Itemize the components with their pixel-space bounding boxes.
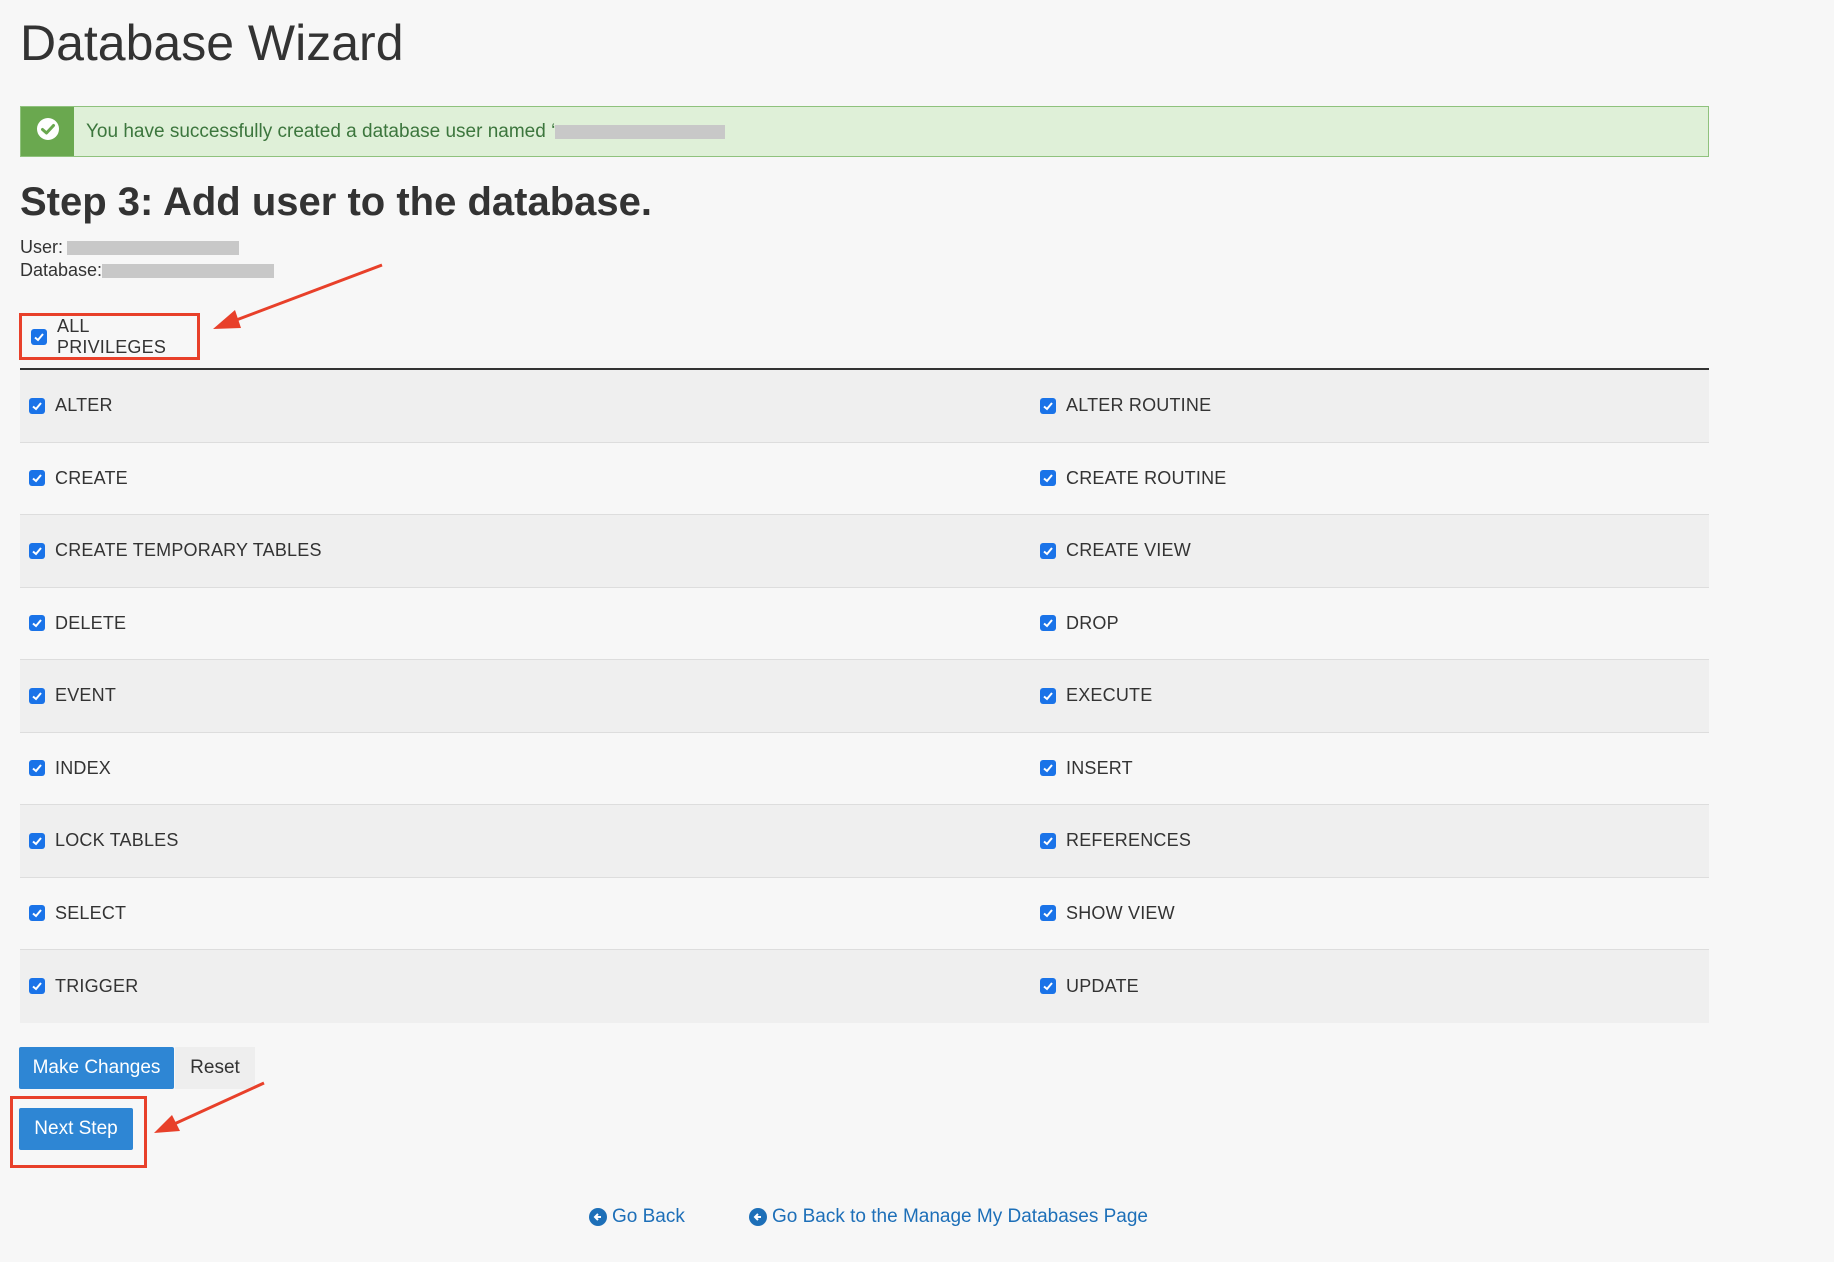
alert-message: You have successfully created a database… <box>86 120 726 143</box>
privilege-row: DELETE DROP <box>20 587 1709 660</box>
database-label: Database: <box>20 260 103 280</box>
all-privileges-label: ALL PRIVILEGES <box>57 315 167 357</box>
privilege-checkbox-execute[interactable]: EXECUTE <box>1031 685 1709 706</box>
privilege-checkbox-references[interactable]: REFERENCES <box>1031 830 1709 851</box>
privilege-label: ALTER <box>55 395 113 416</box>
checkbox-checked-icon <box>29 905 45 922</box>
privilege-checkbox-alter-routine[interactable]: ALTER ROUTINE <box>1031 395 1709 416</box>
privilege-checkbox-index[interactable]: INDEX <box>20 758 1031 779</box>
privilege-label: INDEX <box>55 757 112 778</box>
redacted-username <box>555 124 726 139</box>
checkbox-checked-icon <box>1040 470 1056 487</box>
privilege-checkbox-select[interactable]: SELECT <box>20 903 1031 924</box>
privilege-label: INSERT <box>1066 757 1133 778</box>
privilege-label: UPDATE <box>1066 975 1139 996</box>
go-back-manage-databases-link[interactable]: Go Back to the Manage My Databases Page <box>749 1206 1148 1228</box>
privilege-row: CREATE CREATE ROUTINE <box>20 442 1709 515</box>
annotation-arrow-next-step <box>154 1081 265 1133</box>
checkbox-checked-icon <box>29 542 45 559</box>
privilege-row: SELECT SHOW VIEW <box>20 877 1709 950</box>
checkbox-checked-icon <box>1040 978 1056 995</box>
checkbox-checked-icon <box>31 328 47 345</box>
privilege-label: SELECT <box>55 902 127 923</box>
privilege-label: EVENT <box>55 685 117 706</box>
user-label: User: <box>20 237 64 257</box>
privilege-label: ALTER ROUTINE <box>1066 395 1212 416</box>
checkbox-checked-icon <box>1040 760 1056 777</box>
privilege-checkbox-create-view[interactable]: CREATE VIEW <box>1031 540 1709 561</box>
privilege-checkbox-insert[interactable]: INSERT <box>1031 758 1709 779</box>
check-circle-icon <box>36 117 60 146</box>
page-title: Database Wizard <box>20 15 404 71</box>
privilege-checkbox-lock-tables[interactable]: LOCK TABLES <box>20 830 1031 851</box>
go-back-link[interactable]: Go Back <box>589 1206 685 1228</box>
go-back-label: Go Back <box>612 1206 685 1227</box>
arrow-left-circle-icon <box>589 1208 607 1226</box>
privilege-row: CREATE TEMPORARY TABLES CREATE VIEW <box>20 515 1709 588</box>
checkbox-checked-icon <box>29 397 45 414</box>
privileges-table: ALTER ALTER ROUTINE CREATE CREATE ROUTINE CR… <box>20 368 1709 1023</box>
privilege-label: DROP <box>1066 612 1119 633</box>
checkbox-checked-icon <box>1040 905 1056 922</box>
privilege-checkbox-drop[interactable]: DROP <box>1031 613 1709 634</box>
privilege-row: TRIGGER UPDATE <box>20 950 1709 1023</box>
arrow-left-circle-icon <box>749 1208 767 1226</box>
privilege-checkbox-create-routine[interactable]: CREATE ROUTINE <box>1031 468 1709 489</box>
privilege-row: INDEX INSERT <box>20 732 1709 805</box>
checkbox-checked-icon <box>29 470 45 487</box>
success-alert: You have successfully created a database… <box>20 106 1709 157</box>
privilege-checkbox-create-temporary-tables[interactable]: CREATE TEMPORARY TABLES <box>20 540 1031 561</box>
checkbox-checked-icon <box>29 615 45 632</box>
checkbox-checked-icon <box>1040 542 1056 559</box>
privilege-label: EXECUTE <box>1066 685 1153 706</box>
privilege-label: CREATE VIEW <box>1066 540 1191 561</box>
checkbox-checked-icon <box>29 832 45 849</box>
checkbox-checked-icon <box>1040 687 1056 704</box>
checkbox-checked-icon <box>29 978 45 995</box>
next-step-button[interactable]: Next Step <box>19 1108 133 1150</box>
privilege-checkbox-alter[interactable]: ALTER <box>20 395 1031 416</box>
checkbox-checked-icon <box>29 687 45 704</box>
checkbox-checked-icon <box>1040 615 1056 632</box>
privilege-row: ALTER ALTER ROUTINE <box>20 370 1709 443</box>
privilege-row: LOCK TABLES REFERENCES <box>20 805 1709 878</box>
privilege-row: EVENT EXECUTE <box>20 660 1709 733</box>
database-wizard-page: Database Wizard You have successfully cr… <box>0 0 1834 1262</box>
privilege-label: REFERENCES <box>1066 830 1192 851</box>
redacted-user <box>67 240 240 255</box>
all-privileges-checkbox[interactable]: ALL PRIVILEGES <box>19 313 200 360</box>
privilege-checkbox-event[interactable]: EVENT <box>20 685 1031 706</box>
step-heading: Step 3: Add user to the database. <box>20 180 652 224</box>
go-back-manage-label: Go Back to the Manage My Databases Page <box>772 1206 1148 1227</box>
annotation-arrow-all-privileges <box>213 263 383 329</box>
privilege-label: CREATE ROUTINE <box>1066 467 1227 488</box>
privilege-label: DELETE <box>55 612 127 633</box>
checkbox-checked-icon <box>29 760 45 777</box>
checkbox-checked-icon <box>1040 832 1056 849</box>
privilege-checkbox-show-view[interactable]: SHOW VIEW <box>1031 903 1709 924</box>
privilege-label: SHOW VIEW <box>1066 902 1175 923</box>
alert-text: You have successfully created a database… <box>86 120 556 142</box>
privilege-checkbox-trigger[interactable]: TRIGGER <box>20 976 1031 997</box>
privilege-checkbox-delete[interactable]: DELETE <box>20 613 1031 634</box>
alert-icon-box <box>21 107 74 156</box>
checkbox-checked-icon <box>1040 397 1056 414</box>
privilege-checkbox-create[interactable]: CREATE <box>20 468 1031 489</box>
privilege-checkbox-update[interactable]: UPDATE <box>1031 976 1709 997</box>
privilege-label: LOCK TABLES <box>55 830 179 851</box>
privilege-label: CREATE TEMPORARY TABLES <box>55 540 322 561</box>
privilege-label: TRIGGER <box>55 975 139 996</box>
privilege-label: CREATE <box>55 467 128 488</box>
